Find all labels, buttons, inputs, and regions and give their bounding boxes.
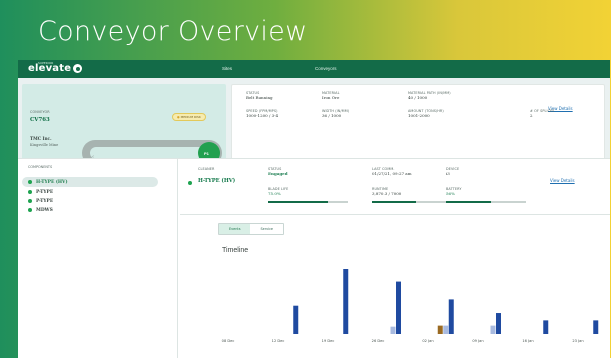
sidebar-item-label: P-TYPE	[36, 198, 54, 204]
status-dot-icon	[28, 199, 32, 203]
sidebar-item-mdws[interactable]: MDWS	[28, 205, 53, 215]
top-navbar: SUPERIOR elevate Sites Conveyors	[18, 60, 610, 78]
runtime-fill	[372, 201, 416, 203]
conveyor-label: CONVEYOR	[30, 110, 50, 114]
x-tick-label: 23 Jan	[572, 339, 583, 343]
logo-mark-icon	[73, 64, 82, 73]
timeline-bar[interactable]	[593, 320, 599, 334]
conveyor-summary: CONVEYOR CV763 MEDIUM RISK TMC Inc. King…	[18, 78, 610, 177]
timeline-bar[interactable]	[437, 325, 443, 334]
site-name: Kingsville Mine	[30, 143, 59, 147]
timeline-bar[interactable]	[390, 326, 396, 334]
cleaner-view-details-link[interactable]: View Details	[550, 178, 575, 183]
last-comm-value: 01/27/21, 09:27 am	[372, 171, 412, 176]
sidebar-item-label: MDWS	[36, 207, 53, 213]
pulley-label: P1	[204, 151, 209, 156]
x-tick-label: 26 Dec	[372, 339, 385, 343]
timeline-bar[interactable]	[396, 281, 401, 334]
x-tick-label: 19 Dec	[322, 339, 335, 343]
status-dot-icon	[28, 180, 32, 184]
sidebar-item-label: H-TYPE (HV)	[36, 179, 68, 185]
x-tick-label: 02 Jan	[422, 339, 433, 343]
timeline-bar[interactable]	[496, 313, 501, 334]
nav-conveyors[interactable]: Conveyors	[315, 66, 337, 71]
timeline-chart: 08 Dec 12 Dec 19 Dec 26 Dec 02 Jan 09 Jan 16 J…	[222, 269, 599, 343]
logo[interactable]: SUPERIOR elevate	[28, 61, 88, 77]
tab-service[interactable]: Service	[250, 224, 283, 234]
timeline-bar[interactable]	[543, 320, 549, 334]
components-header: COMPONENTS	[28, 165, 53, 169]
sidebar-item-h-type-hv[interactable]: H-TYPE (HV)	[22, 177, 158, 187]
view-tabs: Events Service	[218, 223, 285, 235]
timeline-bar[interactable]	[443, 325, 449, 334]
conveyor-name: CV763	[30, 117, 50, 123]
status-value: Belt Running	[246, 95, 273, 100]
cleaner-label: CLEANER	[198, 167, 215, 171]
tab-events[interactable]: Events	[219, 224, 251, 234]
width-value: 36 / 1000	[322, 113, 342, 118]
speed-value: 1000-1200 / 3-4	[246, 113, 279, 118]
status-dot-icon	[28, 190, 32, 194]
cleaner-status-value: Engaged	[268, 171, 288, 176]
x-tick-label: 16 Jan	[522, 339, 533, 343]
timeline-bar[interactable]	[293, 305, 299, 334]
battery-fill	[446, 201, 491, 203]
company-name: TMC Inc.	[30, 136, 52, 141]
nav-sites[interactable]: Sites	[222, 66, 232, 71]
belt-top-segment	[120, 142, 148, 146]
app-window: SUPERIOR elevate Sites Conveyors CONVEYO…	[18, 60, 610, 358]
cleaner-summary: CLEANER H-TYPE (HV) STATUS Engaged LAST …	[180, 159, 610, 215]
battery-bar	[446, 201, 526, 203]
components-sidebar: COMPONENTS H-TYPE (HV) P-TYPE P-TYPE MDW…	[18, 159, 178, 358]
logo-text: elevate	[28, 63, 72, 74]
splices-value: 2	[530, 113, 533, 118]
status-dot-icon	[188, 181, 192, 185]
status-dot-icon	[28, 208, 32, 212]
page-title: Conveyor Overview	[38, 16, 308, 47]
cleaner-name: H-TYPE (HV)	[198, 178, 236, 184]
sidebar-item-label: P-TYPE	[36, 189, 54, 195]
timeline-bar[interactable]	[343, 269, 349, 334]
x-tick-label: 12 Dec	[272, 339, 285, 343]
conveyor-info-card: STATUS Belt Running MATERIAL Iron Ore MA…	[231, 84, 605, 164]
risk-badge: MEDIUM RISK	[172, 113, 206, 121]
material-path-value: 40 / 1000	[408, 95, 428, 100]
timeline-bar[interactable]	[490, 325, 496, 334]
amount-value: 1001-2000	[408, 113, 430, 118]
device-value: i3	[446, 171, 450, 176]
runtime-value: 3,870.3 / 7000	[372, 191, 402, 196]
timeline-bar[interactable]	[448, 299, 454, 334]
timeline-title: Timeline	[222, 247, 249, 254]
components-panel: COMPONENTS H-TYPE (HV) P-TYPE P-TYPE MDW…	[18, 158, 610, 358]
component-detail: CLEANER H-TYPE (HV) STATUS Engaged LAST …	[180, 159, 610, 358]
x-tick-label: 08 Dec	[222, 339, 235, 343]
material-value: Iron Ore	[322, 95, 340, 100]
splices-label: # OF SPLICES	[530, 109, 555, 113]
runtime-bar	[372, 201, 452, 203]
blade-life-fill	[268, 201, 328, 203]
x-tick-label: 09 Jan	[472, 339, 483, 343]
blade-life-bar	[268, 201, 348, 203]
blade-life-value: 75.0%	[268, 191, 281, 196]
battery-value: 56%	[446, 191, 455, 196]
